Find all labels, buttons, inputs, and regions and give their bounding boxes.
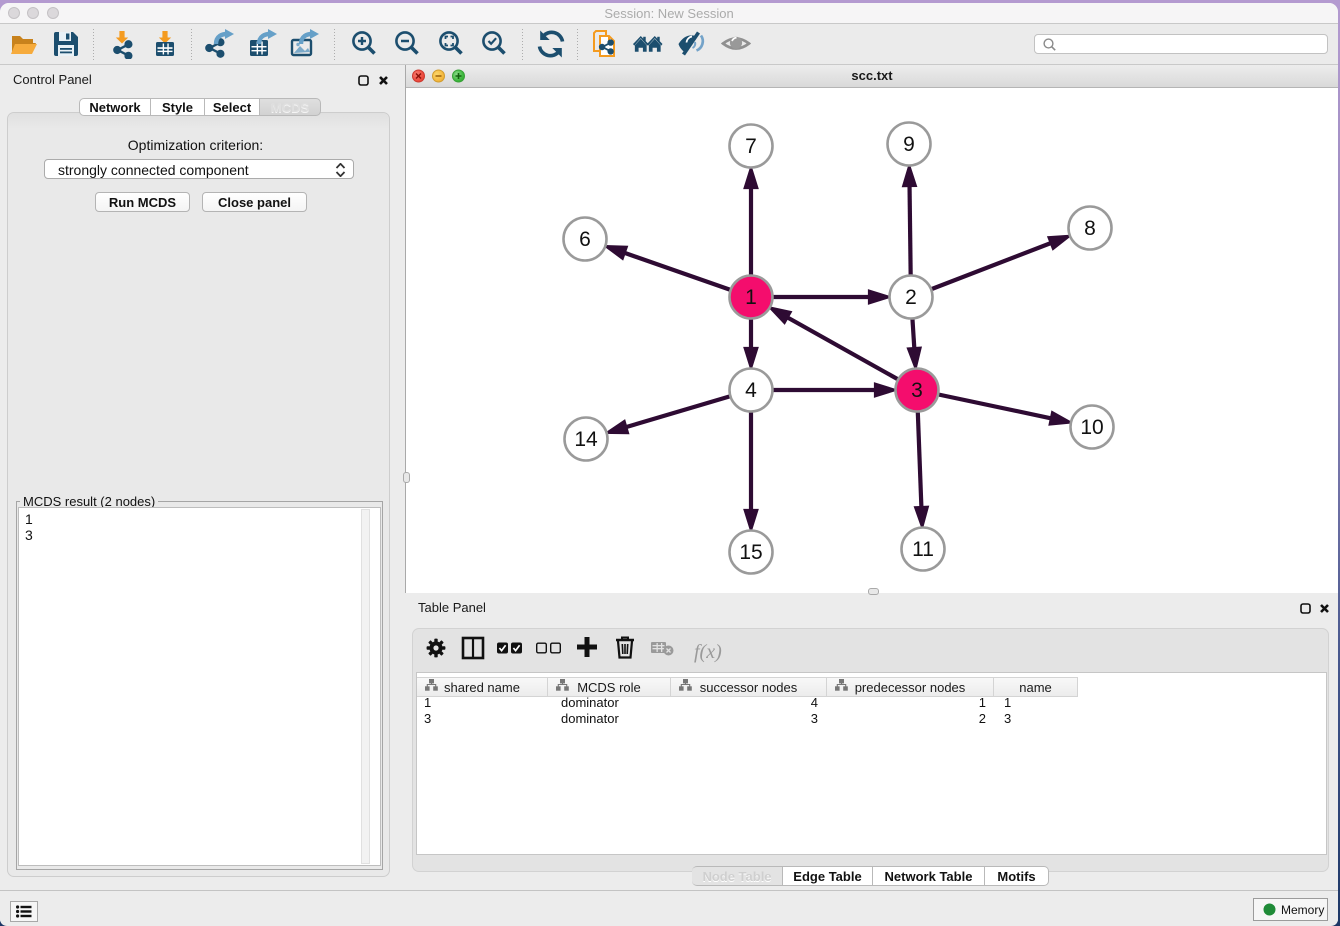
svg-text:7: 7	[745, 135, 757, 158]
svg-text:6: 6	[579, 228, 591, 251]
svg-text:10: 10	[1080, 416, 1103, 439]
svg-text:15: 15	[739, 541, 762, 564]
svg-text:1: 1	[745, 286, 757, 309]
svg-text:3: 3	[911, 379, 923, 402]
svg-text:9: 9	[903, 133, 915, 156]
svg-text:4: 4	[745, 379, 757, 402]
svg-text:2: 2	[905, 286, 917, 309]
svg-text:11: 11	[912, 538, 934, 561]
svg-text:14: 14	[574, 428, 598, 451]
svg-text:8: 8	[1084, 217, 1096, 240]
